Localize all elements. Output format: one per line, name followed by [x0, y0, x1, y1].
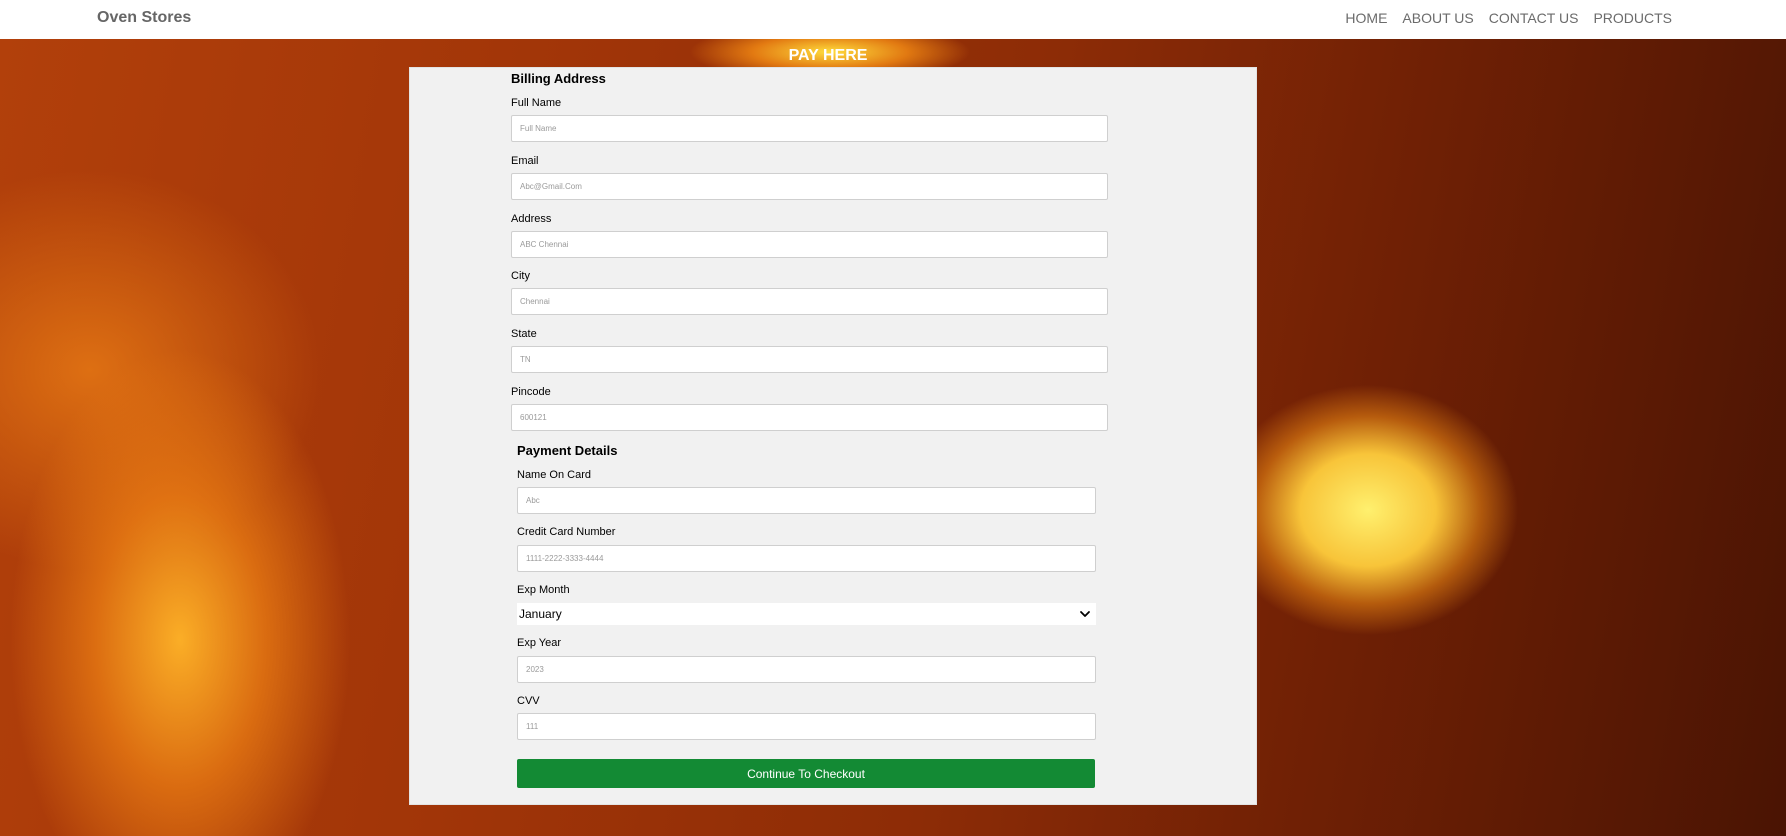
cvv-input[interactable]: [517, 713, 1096, 740]
nav-about-link[interactable]: ABOUT US: [1402, 10, 1473, 26]
checkout-form: Billing Address Full Name Email Address …: [409, 67, 1257, 805]
email-label: Email: [511, 155, 539, 167]
nav-home-link[interactable]: HOME: [1345, 10, 1387, 26]
pincode-input[interactable]: [511, 404, 1108, 431]
card-number-input[interactable]: [517, 545, 1096, 572]
name-on-card-label: Name On Card: [517, 469, 591, 481]
nav-products-link[interactable]: PRODUCTS: [1593, 10, 1672, 26]
navbar: Oven Stores HOME ABOUT US CONTACT US PRO…: [0, 0, 1786, 39]
nav-links: HOME ABOUT US CONTACT US PRODUCTS: [1345, 10, 1672, 26]
exp-month-value: January: [519, 607, 562, 621]
nav-contact-link[interactable]: CONTACT US: [1489, 10, 1579, 26]
state-input[interactable]: [511, 346, 1108, 373]
exp-month-select[interactable]: January: [517, 603, 1096, 625]
brand-logo[interactable]: Oven Stores: [97, 9, 191, 27]
full-name-input[interactable]: [511, 115, 1108, 142]
page-title: PAY HERE: [788, 47, 868, 64]
continue-to-checkout-button[interactable]: Continue To Checkout: [517, 759, 1095, 788]
billing-section-title: Billing Address: [511, 71, 606, 86]
payment-section-title: Payment Details: [517, 443, 618, 458]
state-label: State: [511, 328, 537, 340]
exp-year-input[interactable]: [517, 656, 1096, 683]
address-label: Address: [511, 213, 552, 225]
city-label: City: [511, 270, 530, 282]
pincode-label: Pincode: [511, 386, 551, 398]
email-input[interactable]: [511, 173, 1108, 200]
card-number-label: Credit Card Number: [517, 526, 616, 538]
address-input[interactable]: [511, 231, 1108, 258]
full-name-label: Full Name: [511, 97, 562, 109]
name-on-card-input[interactable]: [517, 487, 1096, 514]
chevron-down-icon: [1080, 611, 1090, 617]
exp-month-label: Exp Month: [517, 584, 570, 596]
cvv-label: CVV: [517, 695, 540, 707]
exp-year-label: Exp Year: [517, 637, 562, 649]
city-input[interactable]: [511, 288, 1108, 315]
